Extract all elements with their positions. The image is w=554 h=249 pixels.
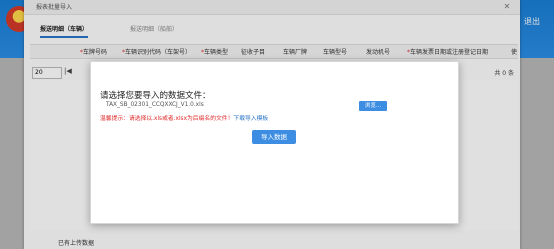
- dialog-title: 请选择您要导入的数据文件：: [100, 91, 211, 101]
- import-dialog: 请选择您要导入的数据文件： TAX_SB_02301_CCQXXCJ_V1.0.…: [90, 61, 459, 224]
- browse-button[interactable]: 浏览...: [359, 101, 387, 111]
- import-data-button[interactable]: 导入数据: [252, 130, 296, 144]
- import-tip: 温馨提示：请选择以.xls或者.xlsx为后缀名的文件！下载导入模板: [100, 113, 268, 122]
- selected-filename: TAX_SB_02301_CCQXXCJ_V1.0.xls: [106, 102, 204, 108]
- tip-text: 温馨提示：请选择以.xls或者.xlsx为后缀名的文件！: [100, 116, 234, 122]
- download-template-link[interactable]: 下载导入模板: [233, 116, 268, 122]
